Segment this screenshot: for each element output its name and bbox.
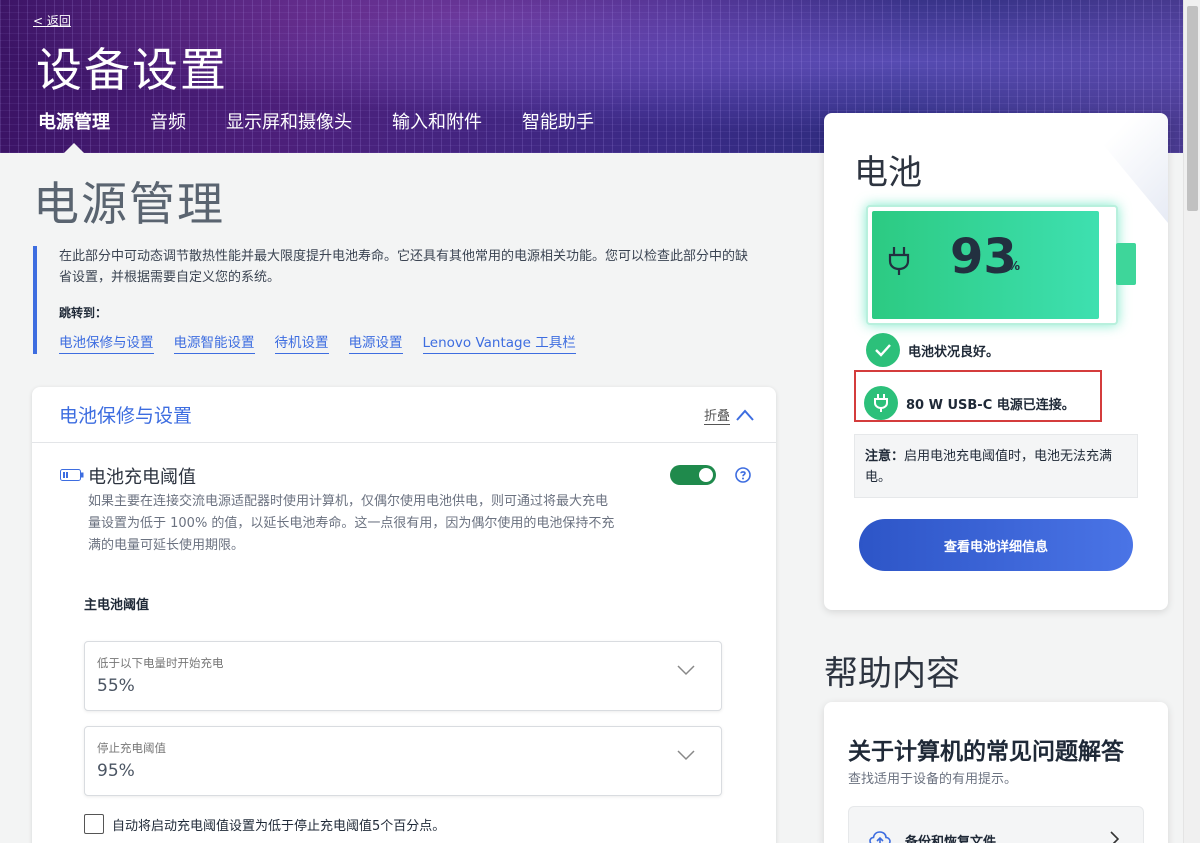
battery-percentage-unit: %	[1008, 259, 1021, 273]
scrollbar-thumb[interactable]	[1187, 6, 1198, 211]
battery-status-card: 电池 93 % 电池状况良好。 80 W USB-C 电源已连接。 注意：启用电…	[824, 113, 1168, 610]
battery-terminal	[1116, 243, 1136, 285]
faq-item-label: 备份和恢复文件	[905, 835, 997, 843]
chevron-down-icon	[677, 750, 695, 761]
battery-graphic: 93 %	[866, 205, 1118, 325]
battery-title: 电池	[854, 153, 922, 193]
collapse-label: 折叠	[703, 405, 730, 425]
setting-description: 如果主要在连接交流电源适配器时使用计算机，仅偶尔使用电池供电，则可通过将最大充电…	[88, 494, 615, 553]
power-source-status: 80 W USB-C 电源已连接。	[864, 386, 1075, 420]
stop-charge-label: 停止充电阈值	[97, 741, 166, 755]
jump-links: 电池保修与设置 电源智能设置 待机设置 电源设置 Lenovo Vantage …	[59, 331, 763, 354]
help-icon[interactable]	[735, 467, 751, 483]
intro-block: 在此部分中可动态调节散热性能并最大限度提升电池寿命。它还具有其他常用的电源相关功…	[33, 246, 763, 354]
jump-label: 跳转到：	[59, 306, 108, 320]
auto-threshold-label: 自动将启动充电阈值设置为低于停止充电阈值5个百分点。	[112, 818, 446, 834]
jump-link-power-settings[interactable]: 电源设置	[348, 331, 403, 354]
toggle-knob	[699, 468, 713, 482]
intro-text: 在此部分中可动态调节散热性能并最大限度提升电池寿命。它还具有其他常用的电源相关功…	[59, 249, 749, 285]
tab-smart-assist[interactable]: 智能助手	[522, 108, 594, 153]
auto-threshold-checkbox[interactable]	[84, 814, 104, 834]
tab-audio[interactable]: 音频	[150, 108, 186, 153]
faq-card: 关于计算机的常见问题解答 查找适用于设备的有用提示。 备份和恢复文件	[824, 702, 1168, 843]
cloud-upload-icon	[869, 831, 891, 843]
power-source-text: 80 W USB-C 电源已连接。	[906, 397, 1075, 413]
faq-title: 关于计算机的常见问题解答	[848, 739, 1124, 765]
jump-link-standby[interactable]: 待机设置	[274, 331, 329, 354]
primary-battery-threshold-title: 主电池阈值	[84, 598, 150, 613]
card-title: 电池保修与设置	[59, 405, 193, 427]
charge-threshold-toggle[interactable]	[670, 465, 716, 485]
jump-link-battery-warranty[interactable]: 电池保修与设置	[59, 331, 154, 354]
battery-icon	[60, 469, 84, 481]
battery-percentage: 93	[950, 229, 1017, 285]
tab-power-management[interactable]: 电源管理	[38, 108, 110, 153]
chevron-right-icon	[1110, 831, 1119, 843]
auto-threshold-option: 自动将启动充电阈值设置为低于停止充电阈值5个百分点。	[84, 814, 445, 834]
check-circle-icon	[866, 333, 900, 367]
chevron-down-icon	[677, 665, 695, 676]
jump-link-smart-power[interactable]: 电源智能设置	[173, 331, 255, 354]
chevron-up-icon	[736, 409, 754, 421]
start-charge-label: 低于以下电量时开始充电	[97, 656, 224, 670]
help-section-title: 帮助内容	[824, 654, 960, 694]
tab-input-accessories[interactable]: 输入和附件	[392, 108, 482, 153]
page-title: 设备设置	[36, 43, 228, 97]
stop-charge-select[interactable]: 停止充电阈值 95%	[84, 726, 722, 796]
tab-bar: 电源管理 音频 显示屏和摄像头 输入和附件 智能助手	[38, 108, 634, 153]
faq-item-backup-restore[interactable]: 备份和恢复文件	[848, 806, 1144, 843]
back-link[interactable]: < 返回	[33, 12, 71, 29]
battery-health-text: 电池状况良好。	[908, 344, 1000, 360]
plug-icon	[888, 247, 910, 275]
section-title: 电源管理	[33, 177, 225, 231]
battery-settings-card: 电池保修与设置 折叠 电池充电阈值 如果主要在连接交流电源适配器时使用计算机，仅…	[32, 387, 776, 843]
tab-display-camera[interactable]: 显示屏和摄像头	[226, 108, 352, 153]
start-charge-value: 55%	[97, 676, 135, 696]
note-label: 注意：	[865, 449, 905, 464]
start-charge-select[interactable]: 低于以下电量时开始充电 55%	[84, 641, 722, 711]
setting-name: 电池充电阈值	[88, 467, 196, 488]
plug-circle-icon	[864, 386, 898, 420]
jump-link-vantage-toolbar[interactable]: Lenovo Vantage 工具栏	[422, 331, 576, 354]
card-header: 电池保修与设置 折叠	[32, 387, 776, 443]
collapse-button[interactable]: 折叠	[703, 405, 754, 425]
page-scrollbar[interactable]	[1183, 0, 1200, 843]
threshold-note: 注意：启用电池充电阈值时，电池无法充满电。	[854, 434, 1138, 498]
view-battery-details-button[interactable]: 查看电池详细信息	[859, 519, 1133, 571]
stop-charge-value: 95%	[97, 761, 135, 781]
battery-health-status: 电池状况良好。	[866, 333, 999, 367]
faq-subtitle: 查找适用于设备的有用提示。	[848, 772, 1018, 787]
